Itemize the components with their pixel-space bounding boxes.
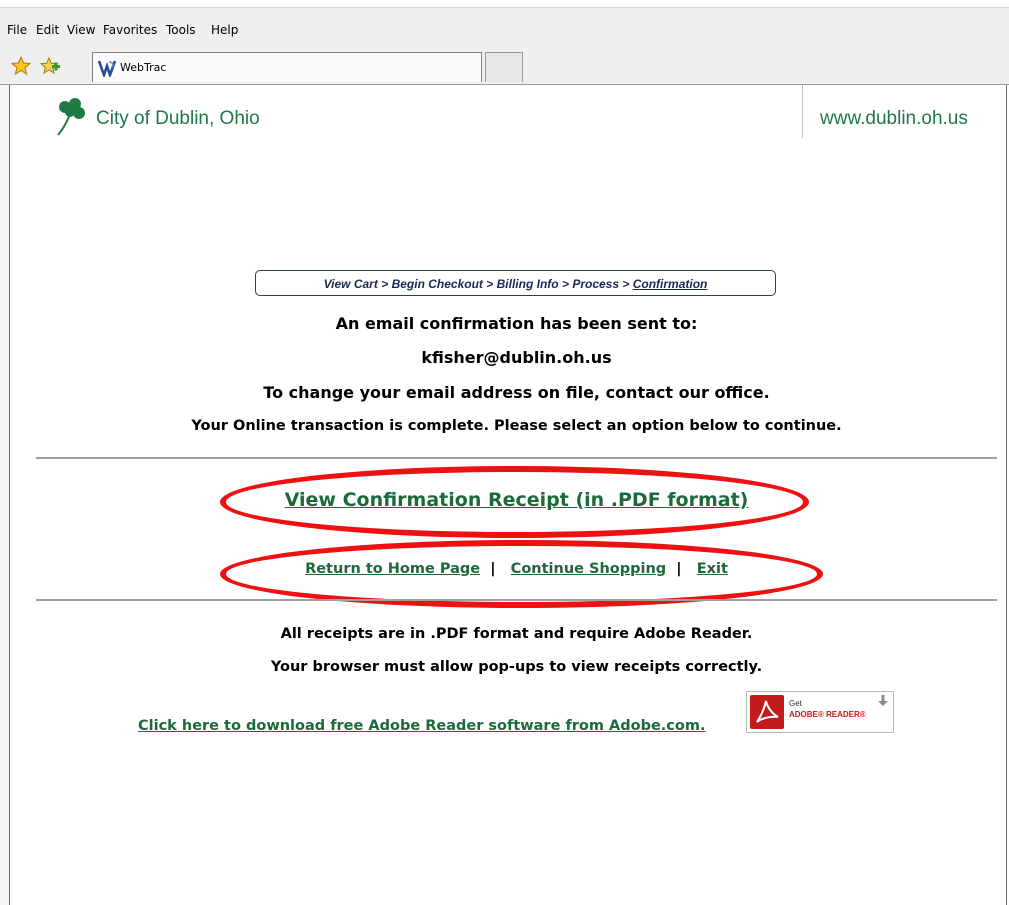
adobe-reader-icon xyxy=(750,695,784,729)
site-title[interactable]: City of Dublin, Ohio xyxy=(96,108,260,130)
new-tab-button[interactable] xyxy=(485,52,523,82)
favorites-star-icon[interactable] xyxy=(11,56,31,76)
crumb-confirmation: Confirmation xyxy=(632,277,708,291)
add-to-favorites-icon[interactable] xyxy=(39,56,61,76)
crumb-begin-checkout: Begin Checkout xyxy=(391,277,483,291)
badge-get-text: Get xyxy=(789,699,802,708)
transaction-complete-message: Your Online transaction is complete. Ple… xyxy=(191,418,842,434)
menu-bar: File Edit View Favorites Tools Help xyxy=(0,7,1009,47)
webtrac-favicon-icon xyxy=(97,59,117,77)
menu-favorites[interactable]: Favorites xyxy=(103,23,157,37)
download-adobe-link[interactable]: Click here to download free Adobe Reader… xyxy=(138,718,705,734)
site-url[interactable]: www.dublin.oh.us xyxy=(820,108,968,130)
divider-bottom xyxy=(36,599,997,601)
checkout-breadcrumb: View Cart > Begin Checkout > Billing Inf… xyxy=(255,270,776,296)
tab-title: WebTrac xyxy=(120,61,167,74)
crumb-process: Process xyxy=(572,277,620,291)
crumb-billing-info: Billing Info xyxy=(496,277,559,291)
download-arrow-icon xyxy=(878,695,888,706)
email-address: kfisher@dublin.oh.us xyxy=(421,348,612,367)
change-email-message: To change your email address on file, co… xyxy=(263,383,770,402)
menu-edit[interactable]: Edit xyxy=(36,23,59,37)
crumb-sep: > xyxy=(622,277,630,291)
receipt-highlight-oval xyxy=(220,466,809,538)
menu-help[interactable]: Help xyxy=(211,23,238,37)
menu-view[interactable]: View xyxy=(67,23,95,37)
get-adobe-reader-badge[interactable]: Get ADOBE® READER® xyxy=(746,691,894,733)
window-top-strip xyxy=(0,0,1009,7)
badge-brand-text: ADOBE® READER® xyxy=(789,710,866,719)
email-sent-message: An email confirmation has been sent to: xyxy=(335,314,698,333)
tab-webtrac[interactable]: WebTrac xyxy=(92,52,482,82)
receipts-pdf-note: All receipts are in .PDF format and requ… xyxy=(280,626,753,642)
crumb-sep: > xyxy=(561,277,569,291)
crumb-sep: > xyxy=(486,277,494,291)
favorites-bar: WebTrac xyxy=(0,47,1009,85)
menu-file[interactable]: File xyxy=(7,23,27,37)
menu-tools[interactable]: Tools xyxy=(166,23,196,37)
crumb-sep: > xyxy=(381,277,389,291)
divider-top xyxy=(36,457,997,459)
left-frame-edge xyxy=(0,85,9,905)
shamrock-logo-icon xyxy=(57,98,85,136)
nav-links-highlight-oval xyxy=(220,540,823,608)
header-divider xyxy=(802,85,803,138)
popups-note: Your browser must allow pop-ups to view … xyxy=(270,659,763,675)
crumb-view-cart: View Cart xyxy=(323,277,378,291)
